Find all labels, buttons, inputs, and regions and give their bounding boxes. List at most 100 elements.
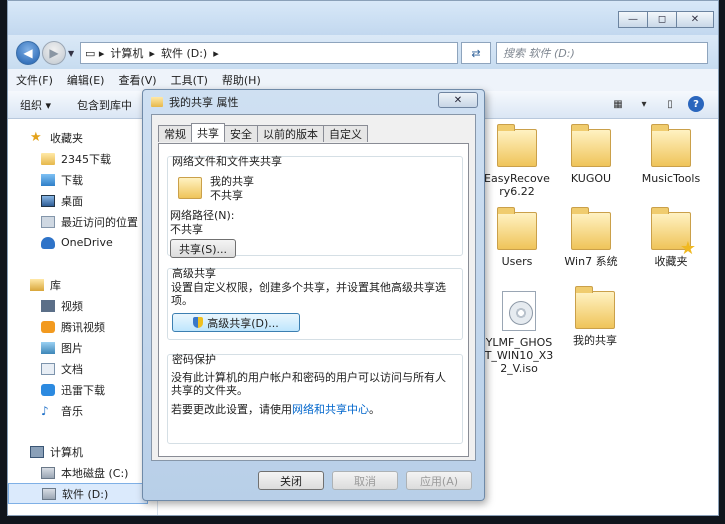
- back-button[interactable]: ◀: [16, 41, 40, 65]
- star-icon: ★: [30, 129, 42, 145]
- nav-item-label: 迅雷下载: [61, 383, 105, 397]
- change-view-icon[interactable]: ▦: [610, 96, 626, 112]
- disc-image-icon: [502, 291, 536, 331]
- nav-item-tencent-video[interactable]: 腾讯视频: [8, 316, 148, 337]
- file-item-easyrecovery[interactable]: EasyRecovery6.22: [482, 124, 552, 198]
- folder-icon: [571, 207, 611, 250]
- nav-item-label: 音乐: [61, 404, 83, 418]
- folder-icon: [571, 124, 611, 167]
- advanced-sharing-button[interactable]: 高级共享(D)...: [172, 313, 300, 332]
- thunder-download-icon: [41, 383, 55, 396]
- nav-item-label: 最近访问的位置: [61, 215, 138, 229]
- breadcrumb-computer[interactable]: 计算机: [110, 45, 143, 61]
- nav-item-label: 图片: [61, 341, 83, 355]
- breadcrumb-separator-icon[interactable]: ▸: [213, 47, 219, 60]
- view-dropdown-icon[interactable]: ▾: [636, 96, 652, 112]
- advanced-sharing-description: 设置自定义权限，创建多个共享，并设置其他高级共享选项。: [171, 281, 446, 307]
- dialog-apply-button[interactable]: 应用(A): [406, 471, 472, 490]
- desktop-icon: [41, 194, 55, 207]
- menu-bar: 文件(F) 编辑(E) 查看(V) 工具(T) 帮助(H): [8, 69, 718, 91]
- recent-places-icon: [41, 215, 55, 228]
- nav-computer-label: 计算机: [50, 445, 83, 459]
- file-name: YLMF_GHOST_WIN10_X32_V.iso: [484, 336, 554, 375]
- close-window-button[interactable]: ✕: [676, 11, 714, 28]
- maximize-button[interactable]: ◻: [647, 11, 677, 28]
- nav-item-label: 软件 (D:): [62, 487, 109, 501]
- file-item-iso[interactable]: YLMF_GHOST_WIN10_X32_V.iso: [484, 291, 554, 375]
- forward-button[interactable]: ▶: [42, 41, 66, 65]
- dialog-cancel-button[interactable]: 取消: [332, 471, 398, 490]
- include-in-library-button[interactable]: 包含到库中: [77, 97, 132, 113]
- breadcrumb-separator-icon[interactable]: ▸: [149, 47, 155, 60]
- hard-drive-icon: [42, 487, 56, 500]
- file-name: Users: [501, 255, 533, 268]
- tab-security[interactable]: 安全: [224, 125, 258, 142]
- dialog-close-button[interactable]: ✕: [438, 92, 478, 108]
- nav-item-desktop[interactable]: 桌面: [8, 190, 148, 211]
- preview-pane-icon[interactable]: ▯: [662, 96, 678, 112]
- window-controls: — ◻ ✕: [618, 11, 714, 28]
- folder-icon: [151, 97, 163, 107]
- folder-icon: [651, 124, 691, 167]
- breadcrumb-drive[interactable]: 软件 (D:): [161, 45, 207, 61]
- nav-item-drive-d[interactable]: 软件 (D:): [8, 483, 148, 504]
- title-bar: — ◻ ✕: [8, 1, 718, 35]
- nav-item-onedrive[interactable]: OneDrive: [8, 232, 148, 253]
- group-title: 高级共享: [172, 267, 216, 280]
- share-button[interactable]: 共享(S)...: [170, 239, 236, 258]
- star-icon: ★: [679, 238, 696, 259]
- menu-tools[interactable]: 工具(T): [171, 72, 208, 88]
- file-item-win7[interactable]: Win7 系统: [556, 207, 626, 268]
- minimize-button[interactable]: —: [618, 11, 648, 28]
- dialog-ok-close-button[interactable]: 关闭: [258, 471, 324, 490]
- nav-item-thunder-download[interactable]: 迅雷下载: [8, 379, 148, 400]
- help-icon[interactable]: ?: [688, 96, 704, 112]
- navigation-pane: ★ 收藏夹 2345下载 下载 桌面 最近访问的位置 OneDrive 库 视频…: [8, 119, 158, 515]
- network-sharing-center-link[interactable]: 网络和共享中心: [292, 403, 369, 416]
- nav-item-2345-download[interactable]: 2345下载: [8, 148, 148, 169]
- nav-item-recent-places[interactable]: 最近访问的位置: [8, 211, 148, 232]
- menu-view[interactable]: 查看(V): [118, 72, 156, 88]
- tencent-video-icon: [41, 320, 55, 333]
- sharing-tab-panel: 网络文件和文件夹共享 我的共享 不共享 网络路径(N): 不共享 共享(S)..…: [158, 143, 469, 457]
- tab-previous-versions[interactable]: 以前的版本: [257, 125, 324, 142]
- nav-item-downloads[interactable]: 下载: [8, 169, 148, 190]
- nav-computer[interactable]: 计算机: [8, 441, 148, 462]
- cloud-icon: [41, 236, 55, 249]
- network-sharing-group: 网络文件和文件夹共享 我的共享 不共享 网络路径(N): 不共享 共享(S)..…: [167, 155, 463, 258]
- tab-strip: 常规 共享 安全 以前的版本 自定义: [158, 123, 368, 143]
- video-library-icon: [41, 299, 55, 312]
- file-item-users[interactable]: Users: [482, 207, 552, 268]
- file-item-kugou[interactable]: KUGOU: [556, 124, 626, 185]
- nav-favorites-label: 收藏夹: [50, 131, 83, 145]
- nav-item-label: OneDrive: [61, 236, 113, 249]
- music-icon: ♪: [41, 403, 49, 418]
- dialog-body: 常规 共享 安全 以前的版本 自定义 网络文件和文件夹共享 我的共享 不共享 网…: [151, 114, 476, 461]
- nav-favorites[interactable]: ★ 收藏夹: [8, 127, 148, 148]
- tab-customize[interactable]: 自定义: [323, 125, 368, 142]
- file-item-musictools[interactable]: MusicTools: [636, 124, 706, 185]
- nav-item-videos[interactable]: 视频: [8, 295, 148, 316]
- search-input[interactable]: 搜索 软件 (D:): [496, 42, 708, 64]
- refresh-button[interactable]: ⇄: [461, 42, 491, 64]
- tab-general[interactable]: 常规: [158, 125, 192, 142]
- nav-item-label: 视频: [61, 299, 83, 313]
- group-title: 网络文件和文件夹共享: [172, 155, 282, 168]
- organize-button[interactable]: 组织 ▾: [20, 97, 51, 113]
- nav-libraries[interactable]: 库: [8, 274, 148, 295]
- file-item-my-share[interactable]: 我的共享: [560, 286, 630, 347]
- file-item-favorites-folder[interactable]: ★ 收藏夹: [636, 207, 706, 268]
- menu-edit[interactable]: 编辑(E): [67, 72, 105, 88]
- history-dropdown-icon[interactable]: ▼: [68, 49, 74, 58]
- nav-item-music[interactable]: ♪ 音乐: [8, 400, 148, 421]
- tab-sharing[interactable]: 共享: [191, 123, 225, 142]
- nav-item-documents[interactable]: 文档: [8, 358, 148, 379]
- nav-item-drive-c[interactable]: 本地磁盘 (C:): [8, 462, 148, 483]
- download-folder-icon: [41, 173, 55, 186]
- address-bar[interactable]: ▭ ▸ 计算机 ▸ 软件 (D:) ▸: [80, 42, 458, 64]
- menu-help[interactable]: 帮助(H): [222, 72, 261, 88]
- password-description: 没有此计算机的用户帐户和密码的用户可以访问与所有人共享的文件夹。: [171, 371, 446, 397]
- nav-item-pictures[interactable]: 图片: [8, 337, 148, 358]
- nav-item-label: 下载: [61, 173, 83, 187]
- menu-file[interactable]: 文件(F): [16, 72, 53, 88]
